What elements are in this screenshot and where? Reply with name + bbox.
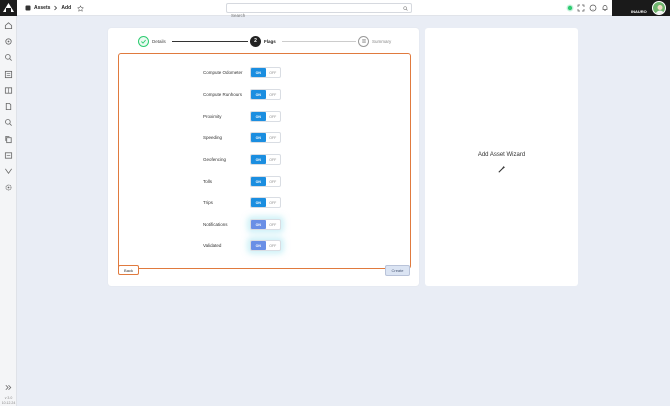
wizard-stepper: Details 2 Flags Summary [138, 35, 398, 47]
bell-icon[interactable] [601, 4, 609, 12]
user-name: INAURO [631, 9, 647, 14]
toggle-tolls[interactable]: ON OFF [250, 176, 281, 187]
copy-icon[interactable] [4, 135, 13, 144]
toggle-on[interactable]: ON [251, 155, 266, 164]
search-input[interactable] [227, 11, 397, 20]
version-label: v 3.0 [4, 396, 13, 400]
map-icon[interactable] [4, 86, 13, 95]
help-icon[interactable] [589, 4, 597, 12]
toggle-off[interactable]: OFF [266, 68, 281, 77]
check-icon [138, 35, 149, 47]
toggle-off[interactable]: OFF [266, 177, 281, 186]
toggle-off[interactable]: OFF [266, 155, 281, 164]
flag-label: Compute Runhours [203, 92, 243, 97]
toggle-on[interactable]: ON [251, 220, 266, 229]
flag-notifications: Notifications ON OFF [203, 219, 293, 231]
toggle-trips[interactable]: ON OFF [250, 197, 281, 208]
wizard-card: Details 2 Flags Summary Compute Odometer… [108, 28, 419, 286]
flag-label: Proximity [203, 114, 222, 119]
step-summary[interactable]: Summary [358, 35, 391, 47]
step-flags[interactable]: 2 Flags [250, 35, 276, 47]
flag-validated: Validated ON OFF [203, 240, 293, 252]
toggle-geofencing[interactable]: ON OFF [250, 154, 281, 165]
chevron-right-icon [54, 5, 58, 11]
sidebar: v 3.0 10.12.24 [0, 0, 17, 406]
step-flags-label: Flags [264, 38, 276, 44]
report-icon[interactable] [4, 151, 13, 160]
flag-tolls: Tolls ON OFF [203, 176, 293, 188]
app-logo[interactable] [0, 0, 17, 16]
toggle-proximity[interactable]: ON OFF [250, 111, 281, 122]
user-menu[interactable]: INAURO [612, 0, 670, 16]
version-date: 10.12.24 [1, 401, 16, 405]
gear-icon[interactable] [4, 183, 13, 192]
toggle-on[interactable]: ON [251, 198, 266, 207]
toggle-compute-odometer[interactable]: ON OFF [250, 67, 281, 78]
toggle-on[interactable]: ON [251, 177, 266, 186]
breadcrumb: Assets Add [25, 0, 85, 16]
create-button[interactable]: Create [385, 265, 410, 276]
flag-speeding: Speeding ON OFF [203, 132, 293, 144]
toggle-on[interactable]: ON [251, 90, 266, 99]
flag-label: Validated [203, 243, 222, 248]
star-icon[interactable] [77, 4, 85, 12]
breadcrumb-assets[interactable]: Assets [34, 5, 50, 11]
breadcrumb-add: Add [61, 5, 72, 11]
back-button[interactable]: Back [118, 265, 139, 275]
wizard-info-panel: Add Asset Wizard [425, 28, 578, 286]
step-details[interactable]: Details [138, 35, 166, 47]
flag-label: Geofencing [203, 157, 227, 162]
step-summary-label: Summary [372, 38, 392, 44]
flags-form: Compute Odometer ON OFF Compute Runhours… [118, 53, 411, 269]
toggle-on[interactable]: ON [251, 133, 266, 142]
toggle-on[interactable]: ON [251, 112, 266, 121]
avatar[interactable] [652, 1, 666, 15]
topbar: Assets Add INAURO [17, 0, 670, 20]
toggle-off[interactable]: OFF [266, 90, 281, 99]
flag-trips: Trips ON OFF [203, 197, 293, 209]
toggle-notifications[interactable]: ON OFF [250, 219, 281, 230]
route-icon[interactable] [4, 167, 13, 176]
step-connector-1 [172, 41, 248, 42]
fullscreen-icon[interactable] [577, 4, 585, 12]
status-indicator-icon[interactable] [566, 4, 574, 12]
flag-geofencing: Geofencing ON OFF [203, 154, 293, 166]
toggle-compute-runhours[interactable]: ON OFF [250, 89, 281, 100]
flag-label: Tolls [203, 179, 213, 184]
toggle-validated[interactable]: ON OFF [250, 240, 281, 251]
flag-label: Compute Odometer [203, 70, 243, 75]
toggle-off[interactable]: OFF [266, 112, 281, 121]
panel-title: Add Asset Wizard [477, 152, 526, 158]
flag-label: Notifications [203, 222, 228, 227]
search-box[interactable] [226, 3, 412, 20]
document-icon[interactable] [4, 102, 13, 111]
flag-label: Trips [203, 200, 213, 205]
step-details-label: Details [152, 38, 166, 44]
search-assets-icon[interactable] [4, 53, 13, 62]
flag-label: Speeding [203, 135, 223, 140]
zoom-icon[interactable] [4, 118, 13, 127]
search-icon [403, 6, 408, 11]
toggle-speeding[interactable]: ON OFF [250, 132, 281, 143]
toggle-on[interactable]: ON [251, 241, 266, 250]
step-connector-2 [282, 41, 356, 42]
toggle-off[interactable]: OFF [266, 241, 281, 250]
assets-icon [25, 5, 31, 11]
flag-compute-runhours: Compute Runhours ON OFF [203, 89, 293, 101]
toggle-off[interactable]: OFF [266, 133, 281, 142]
home-icon[interactable] [4, 21, 13, 30]
toggle-off[interactable]: OFF [266, 198, 281, 207]
settings-icon[interactable] [4, 37, 13, 46]
flag-proximity: Proximity ON OFF [203, 111, 293, 123]
expand-sidebar-icon[interactable] [4, 383, 13, 392]
magic-wand-icon [497, 161, 506, 173]
list-icon[interactable] [4, 70, 13, 79]
toggle-off[interactable]: OFF [266, 220, 281, 229]
summary-list-icon [358, 35, 369, 47]
flag-compute-odometer: Compute Odometer ON OFF [203, 67, 293, 79]
toggle-on[interactable]: ON [251, 68, 266, 77]
step-flags-number: 2 [250, 35, 261, 47]
